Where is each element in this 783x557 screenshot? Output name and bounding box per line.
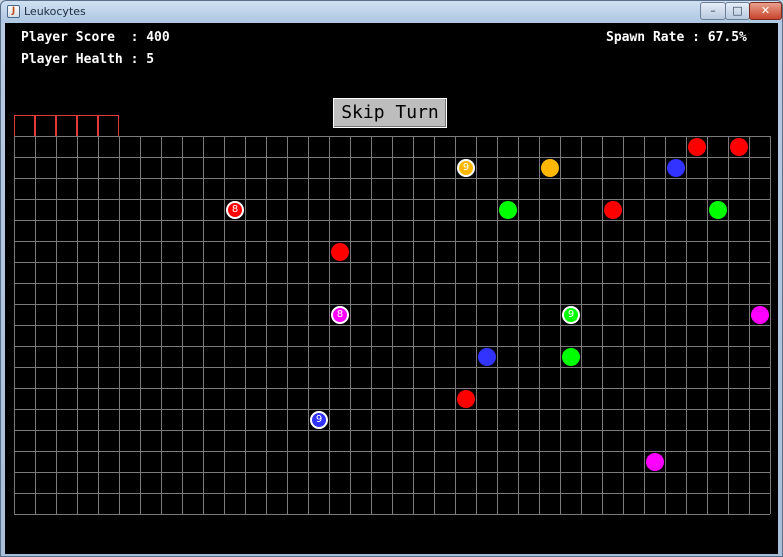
cell-piece[interactable]	[562, 348, 580, 366]
cell-piece[interactable]	[499, 201, 517, 219]
window-title: Leukocytes	[24, 5, 86, 18]
cell-piece[interactable]	[646, 453, 664, 471]
java-app-icon: J	[7, 5, 20, 18]
minimize-button[interactable]: –	[700, 2, 726, 20]
cell-piece[interactable]	[709, 201, 727, 219]
cell-piece[interactable]	[331, 243, 349, 261]
cell-piece[interactable]	[730, 138, 748, 156]
cell-piece[interactable]	[478, 348, 496, 366]
cell-piece[interactable]	[541, 159, 559, 177]
numbered-cell-piece[interactable]: 9	[457, 159, 475, 177]
cell-piece[interactable]	[688, 138, 706, 156]
cell-piece[interactable]	[667, 159, 685, 177]
title-bar[interactable]: J Leukocytes – □ ✕	[1, 1, 782, 23]
numbered-cell-piece[interactable]: 8	[226, 201, 244, 219]
maximize-button[interactable]: □	[725, 2, 750, 20]
cell-piece[interactable]	[457, 390, 475, 408]
close-button[interactable]: ✕	[749, 2, 782, 20]
game-window: J Leukocytes – □ ✕ Player Score : 400 Pl…	[0, 0, 783, 557]
cell-piece[interactable]	[751, 306, 769, 324]
numbered-cell-piece[interactable]: 9	[310, 411, 328, 429]
numbered-cell-piece[interactable]: 9	[562, 306, 580, 324]
game-board-grid[interactable]	[5, 23, 778, 554]
cell-piece[interactable]	[604, 201, 622, 219]
game-canvas[interactable]: Player Score : 400 Player Health : 5 Spa…	[5, 23, 778, 554]
numbered-cell-piece[interactable]: 8	[331, 306, 349, 324]
